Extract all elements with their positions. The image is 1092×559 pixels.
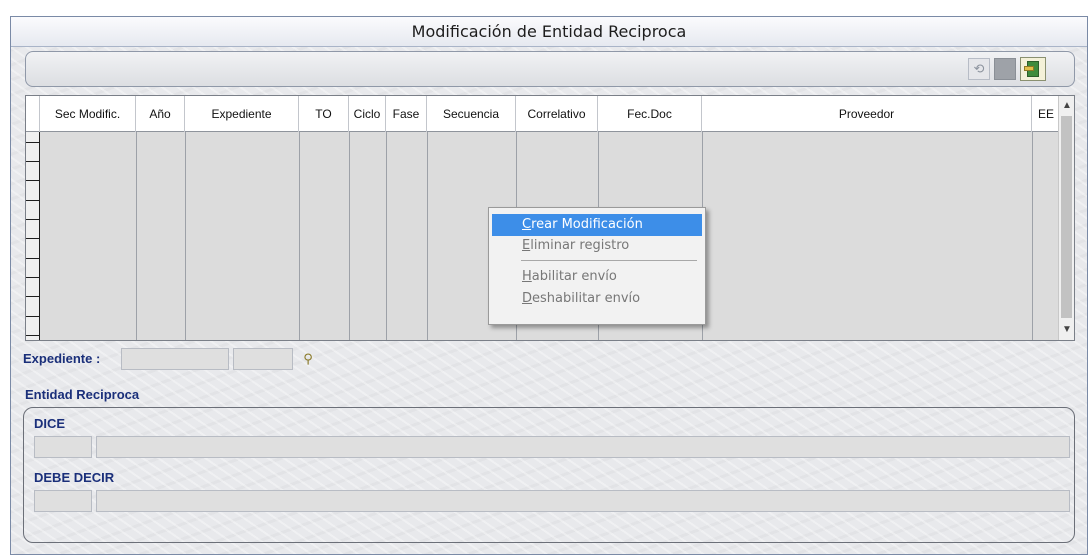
row-selector-mark [26, 180, 40, 181]
row-selector-mark [26, 200, 40, 201]
col-anio[interactable]: Año [136, 96, 185, 132]
toolbar: ⟲ [25, 51, 1075, 87]
search-binoculars-icon[interactable]: ⚲ [297, 348, 319, 370]
row-selector-mark [26, 277, 40, 278]
entidad-reciproca-title: Entidad Reciproca [25, 387, 140, 402]
col-sec-modific[interactable]: Sec Modific. [40, 96, 136, 132]
col-correlativo[interactable]: Correlativo [516, 96, 598, 132]
row-selector-mark [26, 258, 40, 259]
undo-button[interactable]: ⟲ [968, 58, 990, 80]
grid-vertical-scrollbar[interactable]: ▲ ▼ [1058, 96, 1074, 340]
row-selector-mark [26, 335, 40, 336]
expediente-field-2[interactable] [233, 348, 293, 370]
expediente-field-1[interactable] [121, 348, 229, 370]
col-ee[interactable]: EE [1032, 96, 1060, 132]
row-selectors[interactable] [26, 132, 40, 340]
column-divider [427, 132, 428, 340]
row-selector-mark [26, 238, 40, 239]
col-expediente[interactable]: Expediente [185, 96, 299, 132]
row-selector-mark [26, 296, 40, 297]
menu-mnemonic: C [522, 217, 532, 232]
dice-code-field[interactable] [34, 436, 92, 458]
column-divider [1032, 132, 1033, 340]
scroll-thumb[interactable] [1061, 116, 1072, 318]
entidad-reciproca-group: DICE DEBE DECIR [23, 407, 1075, 543]
menu-item-eliminar-registro[interactable]: Eliminar registro [492, 235, 702, 257]
col-secuencia[interactable]: Secuencia [427, 96, 516, 132]
grey-toolbar-button[interactable] [994, 58, 1016, 80]
col-ciclo[interactable]: Ciclo [349, 96, 386, 132]
context-menu: Crear Modificación Eliminar registro Hab… [488, 207, 706, 325]
menu-mnemonic: H [522, 269, 532, 284]
scroll-up-icon[interactable]: ▲ [1059, 98, 1075, 114]
scroll-down-icon[interactable]: ▼ [1059, 322, 1075, 338]
exit-arrow-icon [1024, 66, 1034, 71]
column-divider [136, 132, 137, 340]
undo-icon: ⟲ [973, 61, 985, 76]
col-fec-doc[interactable]: Fec.Doc [598, 96, 702, 132]
grid-header: Sec Modific. Año Expediente TO Ciclo Fas… [26, 96, 1060, 132]
row-selector-mark [26, 142, 40, 143]
menu-item-crear-modificacion[interactable]: Crear Modificación [492, 214, 702, 236]
menu-separator [521, 260, 697, 261]
col-fase[interactable]: Fase [386, 96, 427, 132]
row-selector-header [26, 96, 40, 132]
row-selector-mark [26, 219, 40, 220]
row-selector-mark [26, 316, 40, 317]
dice-description-field[interactable] [96, 436, 1070, 458]
column-divider [185, 132, 186, 340]
column-divider [349, 132, 350, 340]
row-selector-mark [26, 161, 40, 162]
column-divider [386, 132, 387, 340]
menu-item-habilitar-envio[interactable]: Habilitar envío [492, 266, 702, 288]
debe-decir-code-field[interactable] [34, 490, 92, 512]
menu-item-deshabilitar-envio[interactable]: Deshabilitar envío [492, 288, 702, 310]
debe-decir-description-field[interactable] [96, 490, 1070, 512]
col-proveedor[interactable]: Proveedor [702, 96, 1032, 132]
column-divider [299, 132, 300, 340]
debe-decir-label: DEBE DECIR [34, 470, 115, 485]
menu-mnemonic: E [522, 238, 531, 253]
expediente-label: Expediente : [23, 351, 101, 366]
dice-label: DICE [34, 416, 66, 431]
exit-button[interactable] [1020, 57, 1046, 81]
menu-mnemonic: D [522, 291, 533, 306]
col-to[interactable]: TO [299, 96, 349, 132]
window-title: Modificación de Entidad Reciproca [11, 17, 1087, 47]
